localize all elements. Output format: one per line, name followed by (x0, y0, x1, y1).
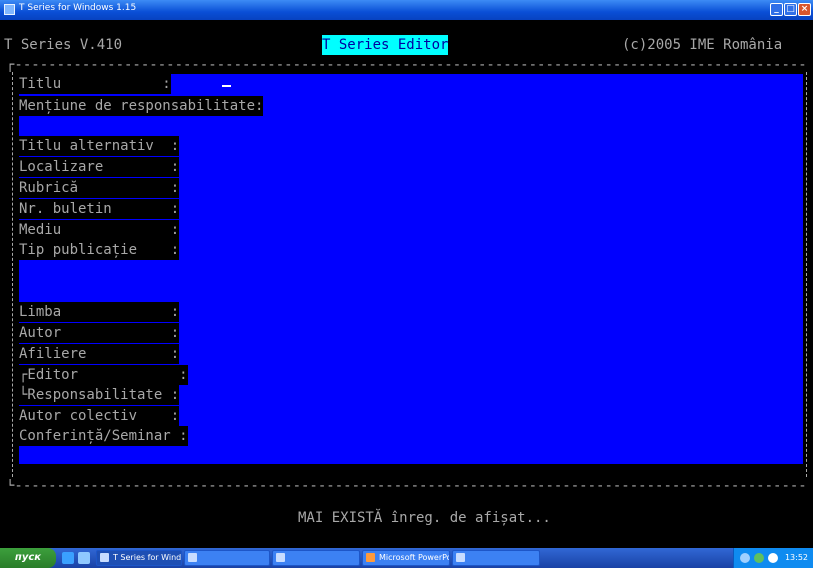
volume-icon[interactable] (768, 553, 778, 563)
field-label-rubrica: Rubrică : (19, 178, 180, 198)
task-app-icon (276, 553, 285, 562)
task-button-5[interactable] (452, 550, 540, 566)
task-app-icon (456, 553, 465, 562)
console-window[interactable]: T Series V.410 T Series Editor (c)2005 I… (0, 20, 813, 548)
maximize-button[interactable]: □ (784, 3, 797, 16)
status-message: MAI EXISTĂ înreg. de afișat... (298, 510, 551, 526)
quicklaunch-desktop-icon[interactable] (78, 552, 90, 564)
network-icon[interactable] (740, 553, 750, 563)
system-tray: 13:52 (733, 548, 813, 568)
field-label-titlu: Titlu : (19, 74, 171, 94)
task-app-icon (188, 553, 197, 562)
field-label-localizare: Localizare : (19, 157, 180, 177)
powerpoint-icon (366, 553, 375, 562)
field-label-titlu-alternativ: Titlu alternativ : (19, 136, 180, 156)
task-label: T Series for Windows ... (113, 553, 182, 562)
product-version: T Series V.410 (4, 37, 123, 53)
close-icon: × (800, 4, 809, 14)
frame-bottom-border: └---------------------------------------… (6, 479, 808, 493)
window-titlebar[interactable]: T Series for Windows 1.15 _ □ × (0, 0, 813, 20)
frame-top-border: ┌---------------------------------------… (6, 58, 808, 72)
window-title: T Series for Windows 1.15 (19, 3, 137, 13)
maximize-icon: □ (786, 4, 795, 14)
field-label-responsabilitate: └Responsabilitate : (19, 385, 180, 405)
app-icon (4, 4, 15, 15)
task-button-2[interactable] (184, 550, 270, 566)
clock: 13:52 (784, 553, 808, 562)
task-t-series[interactable]: T Series for Windows ... (96, 550, 182, 566)
field-label-mediu: Mediu : (19, 220, 180, 240)
task-button-3[interactable] (272, 550, 360, 566)
task-powerpoint[interactable]: Microsoft PowerPoint ... (362, 550, 450, 566)
taskbar: пуск T Series for Windows ... Microsoft … (0, 548, 813, 568)
task-label: Microsoft PowerPoint ... (379, 553, 449, 562)
text-cursor (222, 85, 231, 87)
field-label-responsabilitate: Mențiune de responsabilitate: (19, 96, 264, 116)
editor-title: T Series Editor (322, 35, 449, 55)
field-label-tip-publicatie: Tip publicație : (19, 240, 180, 260)
frame-left-border (12, 72, 13, 477)
quicklaunch-browser-icon[interactable] (62, 552, 74, 564)
field-label-afiliere: Afiliere : (19, 344, 180, 364)
close-button[interactable]: × (798, 3, 811, 16)
security-icon[interactable] (754, 553, 764, 563)
minimize-button[interactable]: _ (770, 3, 783, 16)
start-label: пуск (14, 552, 42, 563)
copyright-notice: (c)2005 IME România (622, 37, 783, 53)
minimize-icon: _ (774, 4, 779, 14)
frame-right-border (806, 72, 807, 477)
task-app-icon (100, 553, 109, 562)
field-label-editor: ┌Editor : (19, 365, 188, 385)
field-label-autor-colectiv: Autor colectiv : (19, 406, 180, 426)
field-label-conferinta: Conferință/Seminar : (19, 426, 188, 446)
start-button[interactable]: пуск (0, 548, 56, 568)
field-label-nr-buletin: Nr. buletin : (19, 199, 180, 219)
field-label-autor: Autor : (19, 323, 180, 343)
field-label-limba: Limba : (19, 302, 180, 322)
